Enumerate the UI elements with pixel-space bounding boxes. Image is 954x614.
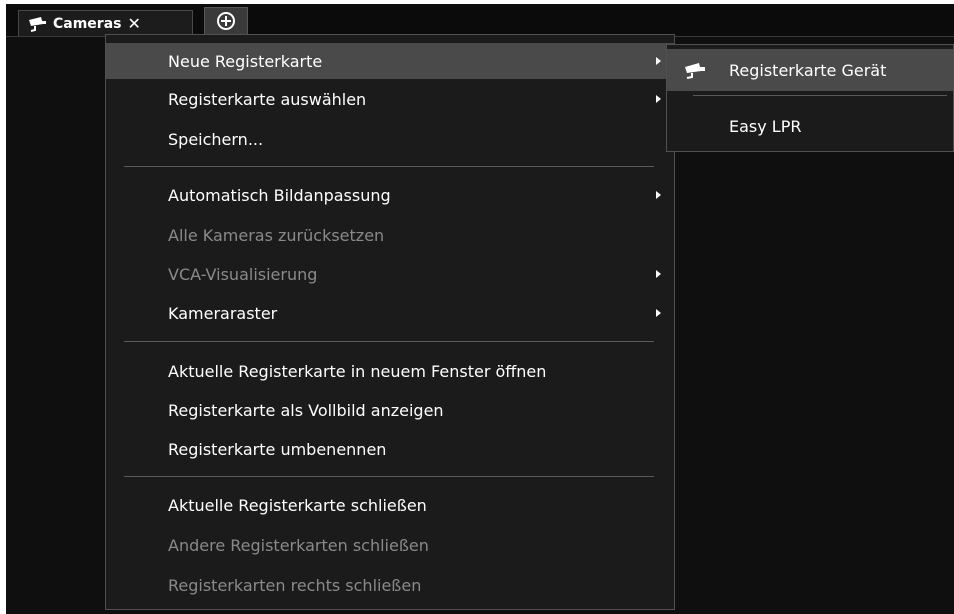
submenu-arrow-icon — [656, 191, 661, 199]
menu-item-label: Automatisch Bildanpassung — [168, 185, 391, 205]
menu-separator — [124, 476, 654, 477]
menu-item-label: Kameraraster — [168, 303, 278, 323]
submenu-arrow-icon — [656, 57, 661, 65]
menu-item-vollbild-anzeigen[interactable]: Registerkarte als Vollbild anzeigen — [106, 392, 674, 428]
tab-cameras[interactable]: Cameras ✕ — [18, 10, 193, 36]
new-tab-submenu: Registerkarte Gerät Easy LPR — [666, 44, 954, 152]
submenu-arrow-icon — [656, 95, 661, 103]
close-icon[interactable]: ✕ — [128, 15, 141, 32]
tab-label: Cameras — [53, 15, 122, 32]
menu-item-label: VCA-Visualisierung — [168, 264, 318, 284]
menu-item-neue-registerkarte[interactable]: Neue Registerkarte — [106, 43, 674, 79]
menu-item-label: Registerkarte als Vollbild anzeigen — [168, 400, 444, 420]
menu-item-andere-schliessen: Andere Registerkarten schließen — [106, 527, 674, 563]
menu-item-kameraraster[interactable]: Kameraraster — [106, 295, 674, 331]
menu-item-label: Aktuelle Registerkarte schließen — [168, 495, 427, 515]
menu-item-label: Registerkarte umbenennen — [168, 439, 387, 459]
menu-item-label: Andere Registerkarten schließen — [168, 535, 429, 555]
submenu-arrow-icon — [656, 270, 661, 278]
menu-item-in-neuem-fenster-oeffnen[interactable]: Aktuelle Registerkarte in neuem Fenster … — [106, 353, 674, 389]
submenu-item-registerkarte-geraet[interactable]: Registerkarte Gerät — [667, 49, 953, 91]
menu-item-automatisch-bildanpassung[interactable]: Automatisch Bildanpassung — [106, 177, 674, 213]
menu-item-label: Aktuelle Registerkarte in neuem Fenster … — [168, 361, 547, 381]
menu-item-label: Alle Kameras zurücksetzen — [168, 225, 385, 245]
menu-item-rechts-schliessen: Registerkarten rechts schließen — [106, 567, 674, 603]
submenu-item-label: Registerkarte Gerät — [729, 60, 887, 80]
submenu-arrow-icon — [656, 309, 661, 317]
submenu-item-label: Easy LPR — [729, 116, 802, 136]
tab-bar: Cameras ✕ — [6, 4, 954, 37]
tab-context-menu: Neue Registerkarte Registerkarte auswähl… — [105, 34, 675, 610]
menu-item-label: Speichern... — [168, 129, 264, 149]
submenu-item-easy-lpr[interactable]: Easy LPR — [667, 105, 953, 147]
camera-icon — [685, 63, 705, 79]
camera-icon — [29, 16, 46, 32]
menu-item-umbenennen[interactable]: Registerkarte umbenennen — [106, 431, 674, 467]
menu-separator — [124, 166, 654, 167]
menu-item-label: Registerkarten rechts schließen — [168, 575, 422, 595]
menu-item-speichern[interactable]: Speichern... — [106, 121, 674, 157]
menu-item-vca-visualisierung: VCA-Visualisierung — [106, 256, 674, 292]
menu-item-alle-kameras-zuruecksetzen: Alle Kameras zurücksetzen — [106, 217, 674, 253]
menu-item-label: Neue Registerkarte — [168, 51, 323, 71]
menu-item-aktuelle-schliessen[interactable]: Aktuelle Registerkarte schließen — [106, 487, 674, 523]
add-tab-button[interactable] — [204, 7, 248, 35]
menu-separator — [124, 341, 654, 342]
plus-circle-icon — [217, 12, 235, 30]
submenu-separator — [693, 95, 947, 96]
menu-item-registerkarte-auswaehlen[interactable]: Registerkarte auswählen — [106, 81, 674, 117]
menu-item-label: Registerkarte auswählen — [168, 89, 367, 109]
